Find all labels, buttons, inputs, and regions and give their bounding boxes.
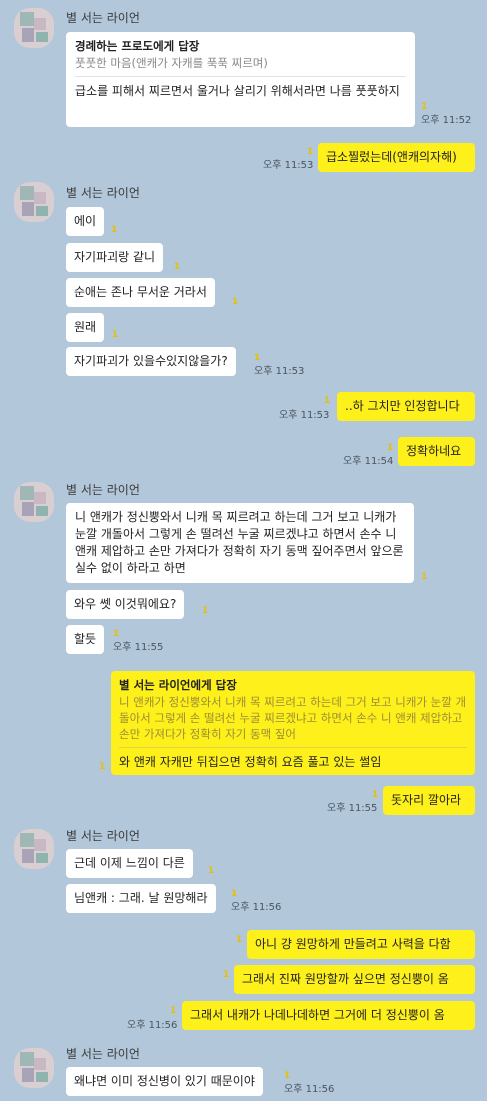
message-bubble[interactable]: 원래: [66, 313, 105, 342]
message-bubble[interactable]: 와우 쎗 이것뭐에요?: [66, 590, 185, 619]
message-time: 오후 11:53: [279, 410, 330, 421]
message-text: 님앤캐 : 그래. 날 원망해라: [74, 891, 208, 905]
sender-avatar[interactable]: [14, 8, 54, 48]
unread-count: 1: [307, 147, 314, 157]
unread-count: 1: [113, 629, 120, 639]
message-text: 아니 걍 원망하게 만들려고 사력을 다함: [255, 937, 451, 951]
message-text: 급소찔렀는데(앤캐의자해): [326, 150, 457, 164]
reply-quote: 풋풋한 마음(앤캐가 자캐를 푹푹 찌르며): [75, 56, 268, 70]
message-time: 오후 11:53: [263, 160, 314, 171]
message-bubble[interactable]: 자기파괴가 있을수있지않을가?: [66, 347, 236, 376]
message-text: 급소를 피해서 찌르면서 울거나 살리기 위해서라면 나름 풋풋하지: [75, 84, 400, 98]
unread-count: 1: [372, 790, 379, 800]
my-message-bubble[interactable]: ..하 그치만 인정합니다: [337, 392, 475, 421]
unread-count: 1: [202, 606, 209, 616]
message-bubble[interactable]: 에이: [66, 207, 105, 236]
sender-avatar[interactable]: [14, 1048, 54, 1088]
my-message-bubble[interactable]: 아니 걍 원망하게 만들려고 사력을 다함: [247, 930, 475, 959]
message-bubble[interactable]: 님앤캐 : 그래. 날 원망해라: [66, 884, 216, 913]
unread-count: 1: [174, 262, 181, 272]
my-reply-message-bubble[interactable]: 별 서는 라이언에게 답장 니 앤캐가 정신뿡와서 니캐 목 찌르려고 하는데 …: [111, 671, 475, 775]
message-time: 오후 11:56: [284, 1084, 335, 1095]
unread-count: 1: [112, 330, 119, 340]
message-time: 오후 11:55: [327, 803, 378, 814]
message-time: 오후 11:56: [231, 902, 282, 913]
unread-count: 1: [324, 396, 331, 406]
message-text: 돗자리 깔아라: [391, 793, 462, 807]
message-time: 오후 11:55: [113, 642, 164, 653]
reply-target: 경례하는 프로도에게 답장: [75, 39, 200, 53]
unread-count: 1: [170, 1006, 177, 1016]
unread-count: 1: [231, 889, 238, 899]
sender-name: 별 서는 라이언: [66, 1047, 140, 1061]
unread-count: 1: [421, 572, 428, 582]
message-bubble[interactable]: 근데 이제 느낌이 다른: [66, 849, 193, 878]
unread-count: 1: [387, 443, 394, 453]
message-text: 원래: [74, 320, 97, 334]
sender-avatar[interactable]: [14, 829, 54, 869]
unread-count: 1: [421, 102, 428, 112]
sender-name: 별 서는 라이언: [66, 186, 140, 200]
chat-room: 별 서는 라이언 경례하는 프로도에게 답장 풋풋한 마음(앤캐가 자캐를 푹푹…: [0, 0, 487, 1101]
message-bubble[interactable]: 니 앤캐가 정신뿡와서 니캐 목 찌르려고 하는데 그거 보고 니캐가 눈깔 개…: [66, 503, 414, 583]
message-text: 와 앤캐 자캐만 뒤집으면 정확히 요즘 풀고 있는 썰임: [119, 755, 382, 769]
message-text: 근데 이제 느낌이 다른: [74, 856, 185, 870]
my-message-bubble[interactable]: 돗자리 깔아라: [383, 786, 475, 815]
reply-target: 별 서는 라이언에게 답장: [119, 678, 237, 692]
unread-count: 1: [232, 297, 239, 307]
sender-name: 별 서는 라이언: [66, 11, 140, 25]
message-bubble[interactable]: 왜냐면 이미 정신병이 있기 때문이야: [66, 1067, 263, 1096]
my-message-bubble[interactable]: 그래서 진짜 원망할까 싶으면 정신뿡이 옴: [234, 965, 475, 994]
my-message-bubble[interactable]: 그래서 내캐가 나데나데하면 그거에 더 정신뿡이 옴: [182, 1001, 475, 1030]
message-text: 그래서 내캐가 나데나데하면 그거에 더 정신뿡이 옴: [190, 1008, 445, 1022]
message-text: 왜냐면 이미 정신병이 있기 때문이야: [74, 1074, 255, 1088]
divider: [119, 747, 467, 748]
message-text: ..하 그치만 인정합니다: [345, 399, 460, 413]
my-message-bubble[interactable]: 정확하네요: [398, 437, 475, 466]
unread-count: 1: [236, 935, 243, 945]
divider: [75, 76, 406, 77]
message-time: 오후 11:53: [254, 366, 305, 377]
my-message-bubble[interactable]: 급소찔렀는데(앤캐의자해): [318, 143, 475, 172]
sender-avatar[interactable]: [14, 482, 54, 522]
unread-count: 1: [254, 353, 261, 363]
message-bubble[interactable]: 할듯: [66, 625, 105, 654]
message-text: 니 앤캐가 정신뿡와서 니캐 목 찌르려고 하는데 그거 보고 니캐가 눈깔 개…: [75, 510, 404, 575]
message-time: 오후 11:54: [343, 456, 394, 467]
message-text: 할듯: [74, 632, 97, 646]
unread-count: 1: [284, 1071, 291, 1081]
message-text: 그래서 진짜 원망할까 싶으면 정신뿡이 옴: [242, 972, 449, 986]
message-text: 와우 쎗 이것뭐에요?: [74, 597, 177, 611]
unread-count: 1: [223, 970, 230, 980]
unread-count: 1: [208, 866, 215, 876]
message-bubble[interactable]: 순애는 존나 무서운 거라서: [66, 278, 215, 307]
message-time: 오후 11:52: [421, 115, 472, 126]
message-text: 에이: [74, 214, 97, 228]
sender-avatar[interactable]: [14, 182, 54, 222]
unread-count: 1: [111, 225, 118, 235]
message-text: 순애는 존나 무서운 거라서: [74, 285, 207, 299]
sender-name: 별 서는 라이언: [66, 483, 140, 497]
sender-name: 별 서는 라이언: [66, 829, 140, 843]
message-bubble[interactable]: 자기파괴랑 같니: [66, 243, 164, 272]
message-text: 자기파괴가 있을수있지않을가?: [74, 354, 228, 368]
message-text: 자기파괴랑 같니: [74, 250, 156, 264]
unread-count: 1: [99, 762, 106, 772]
message-time: 오후 11:56: [127, 1020, 178, 1031]
reply-quote: 니 앤캐가 정신뿡와서 니캐 목 찌르려고 하는데 그거 보고 니캐가 눈깔 개…: [119, 695, 467, 741]
reply-message-bubble[interactable]: 경례하는 프로도에게 답장 풋풋한 마음(앤캐가 자캐를 푹푹 찌르며) 급소를…: [66, 32, 415, 127]
message-text: 정확하네요: [406, 444, 462, 458]
